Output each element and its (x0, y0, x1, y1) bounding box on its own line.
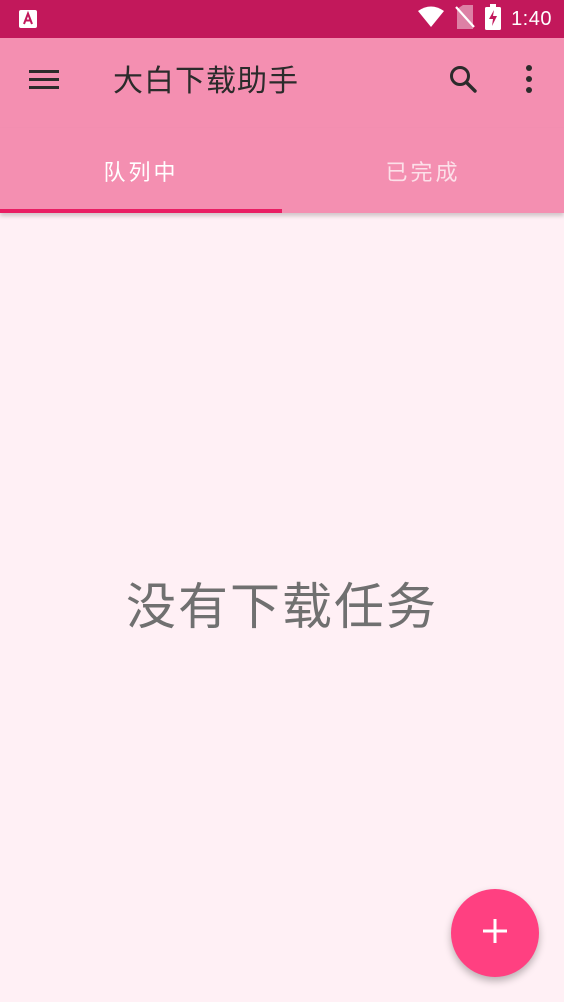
add-download-button[interactable] (451, 889, 539, 977)
status-time: 1:40 (511, 7, 552, 30)
tab-completed[interactable]: 已完成 (282, 128, 564, 213)
tab-queued[interactable]: 队列中 (0, 128, 282, 213)
app-title: 大白下载助手 (113, 64, 299, 99)
more-vert-icon (524, 64, 534, 98)
no-sim-icon (455, 5, 475, 33)
status-bar: 1:40 (0, 0, 564, 38)
tab-bar: 队列中 已完成 (0, 128, 564, 213)
status-icons: 1:40 (417, 0, 552, 38)
search-icon (448, 64, 478, 98)
battery-charging-icon (485, 4, 502, 34)
menu-button[interactable] (20, 57, 68, 105)
app-screen: 1:40 大白下载助手 队列中 已完成 没有下载任务 (0, 0, 564, 1002)
empty-state-message: 没有下载任务 (126, 578, 438, 636)
android-app-icon (19, 10, 37, 28)
tab-indicator (0, 209, 282, 213)
menu-icon (28, 67, 60, 95)
wifi-icon (417, 6, 445, 32)
more-options-button[interactable] (505, 57, 553, 105)
add-icon (482, 918, 508, 948)
search-button[interactable] (439, 57, 487, 105)
app-bar: 大白下载助手 (0, 38, 564, 128)
